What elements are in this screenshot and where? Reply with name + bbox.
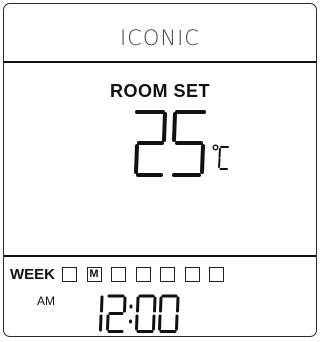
thermostat-display: ICONIC ROOM SET WEEK M AM — [3, 3, 317, 337]
clock-digit-0 — [158, 294, 180, 333]
clock-digit-0 — [135, 294, 157, 333]
clock-digit-1 — [99, 295, 104, 332]
week-row: WEEK M — [10, 266, 234, 283]
week-label: WEEK — [10, 266, 55, 283]
bottom-divider — [4, 255, 316, 257]
day-box — [135, 267, 151, 282]
ampm-indicator: AM — [37, 294, 55, 308]
day-box-active: M — [86, 267, 102, 282]
temp-digit-2 — [134, 110, 167, 177]
day-box — [62, 267, 77, 282]
brand-logo: ICONIC — [4, 26, 316, 50]
mode-label: ROOM SET — [109, 81, 210, 101]
clock-colon — [129, 304, 133, 324]
top-divider — [4, 61, 316, 63]
brand-name: ICONIC — [120, 26, 200, 50]
temperature-readout — [134, 110, 206, 177]
celsius-icon — [212, 144, 229, 170]
temp-digit-5 — [172, 110, 206, 177]
day-box — [209, 267, 224, 282]
day-box — [111, 267, 126, 282]
day-box — [184, 267, 200, 282]
clock-digit-2 — [106, 294, 127, 333]
day-box — [160, 267, 175, 282]
clock-readout — [99, 294, 180, 333]
